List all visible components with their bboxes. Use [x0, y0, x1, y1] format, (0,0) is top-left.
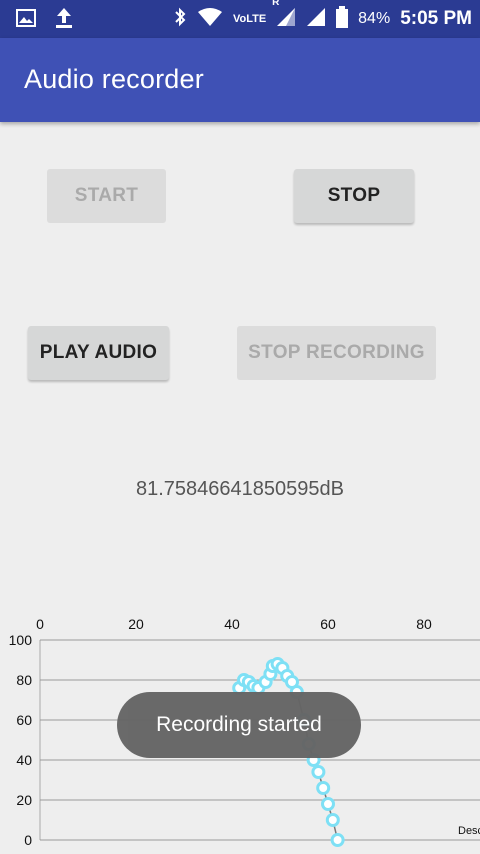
data-point [330, 833, 345, 847]
y-tick-label: 0 [24, 832, 32, 848]
signal-icon: R [272, 0, 296, 32]
x-tick-label: 80 [416, 616, 432, 632]
y-tick-label: 60 [16, 712, 32, 728]
battery-icon [336, 5, 349, 33]
y-tick-label: 20 [16, 792, 32, 808]
x-tick-label: 0 [36, 616, 44, 632]
data-point [321, 797, 335, 811]
status-bar-right: VoLTE R 84% 5:05 PM [173, 0, 472, 38]
wifi-icon [197, 7, 223, 32]
app-bar: Audio recorder [0, 38, 480, 122]
app-title: Audio recorder [24, 64, 204, 94]
x-tick-label: 60 [320, 616, 336, 632]
x-tick-label: 40 [224, 616, 240, 632]
status-bar-left [16, 7, 74, 34]
start-button[interactable]: START [47, 169, 166, 223]
upload-icon [54, 7, 74, 34]
decibel-readout: 81.75846641850595dB [136, 478, 344, 500]
stop-recording-button[interactable]: STOP RECORDING [237, 326, 436, 380]
bluetooth-icon [173, 7, 187, 32]
status-bar: VoLTE R 84% 5:05 PM [0, 0, 480, 38]
data-point [316, 781, 331, 795]
clock: 5:05 PM [400, 8, 472, 29]
data-point [325, 813, 340, 827]
y-tick-label: 40 [16, 752, 32, 768]
signal-icon-2 [306, 7, 326, 32]
data-point [311, 765, 326, 779]
y-tick-label: 80 [16, 672, 32, 688]
roaming-label: R [272, 0, 280, 8]
y-tick-label: 100 [9, 632, 33, 648]
stop-button[interactable]: STOP [294, 169, 414, 223]
corner-label: Desc [458, 825, 480, 837]
x-axis-ticks: 0 20 40 60 80 [36, 616, 432, 632]
battery-percent: 84% [358, 10, 391, 27]
toast-message: Recording started [117, 692, 361, 758]
x-tick-label: 20 [128, 616, 144, 632]
image-icon [16, 8, 36, 33]
y-axis-ticks: 0 20 40 60 80 100 [9, 632, 33, 848]
volte-label: VoLTE [232, 13, 267, 25]
play-audio-button[interactable]: PLAY AUDIO [28, 326, 169, 380]
